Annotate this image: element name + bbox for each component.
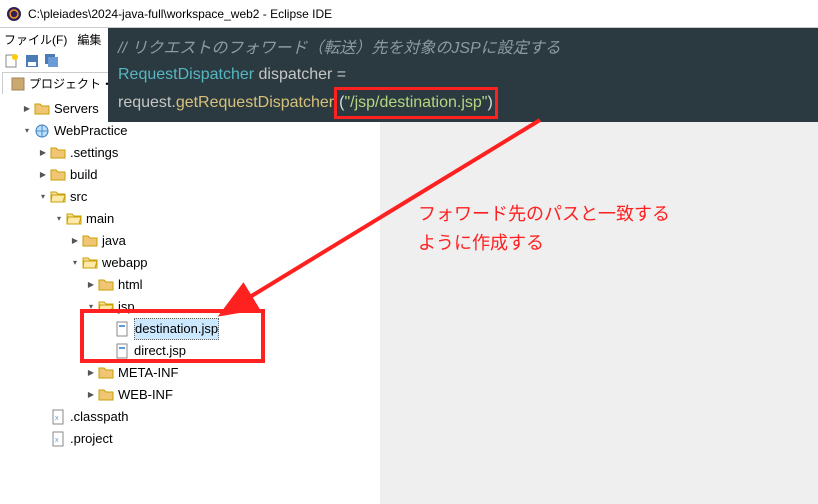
project-explorer: プロジェクト・エ ▶ Servers ▾ WebPractice ▶ .sett… [0, 72, 380, 504]
folder-open-icon [66, 211, 82, 227]
editor-pane [380, 72, 818, 504]
code-string-highlight: ("/jsp/destination.jsp") [334, 87, 498, 119]
chevron-down-icon[interactable]: ▾ [20, 124, 34, 138]
svg-text:x: x [55, 437, 59, 444]
tree-label: Servers [54, 99, 99, 119]
tree-meta-inf[interactable]: ▶ META-INF [4, 362, 380, 384]
chevron-right-icon[interactable]: ▶ [84, 388, 98, 402]
folder-icon [50, 167, 66, 183]
tree-label: .settings [70, 143, 118, 163]
code-type: RequestDispatcher [118, 66, 254, 83]
code-method: getRequestDispatcher [176, 94, 334, 111]
eclipse-icon [6, 6, 22, 22]
folder-open-icon [50, 189, 66, 205]
tree-label: html [118, 275, 143, 295]
code-overlay: // リクエストのフォワード（転送）先を対象のJSPに設定する RequestD… [108, 28, 818, 122]
xml-file-icon: x [50, 409, 66, 425]
tree-label: .classpath [70, 407, 129, 427]
tree-label: build [70, 165, 97, 185]
tree-label: jsp [118, 297, 135, 317]
xml-file-icon: x [50, 431, 66, 447]
folder-icon [98, 387, 114, 403]
tree-label: direct.jsp [134, 341, 186, 361]
tree-label: .project [70, 429, 113, 449]
annotation-text: フォワード先のパスと一致する ように作成する [418, 200, 670, 258]
tree-main[interactable]: ▾ main [4, 208, 380, 230]
save-icon[interactable] [24, 53, 40, 69]
code-obj: request. [118, 94, 176, 111]
tree-destination-jsp[interactable]: destination.jsp [4, 318, 380, 340]
code-string: "/jsp/destination.jsp" [344, 94, 487, 111]
tree: ▶ Servers ▾ WebPractice ▶ .settings ▶ bu… [0, 94, 380, 450]
tree-build[interactable]: ▶ build [4, 164, 380, 186]
code-var: dispatcher = [254, 66, 346, 83]
chevron-right-icon[interactable]: ▶ [68, 234, 82, 248]
tree-html[interactable]: ▶ html [4, 274, 380, 296]
tree-label: webapp [102, 253, 148, 273]
folder-open-icon [98, 299, 114, 315]
main-area: プロジェクト・エ ▶ Servers ▾ WebPractice ▶ .sett… [0, 72, 818, 504]
jsp-file-icon [114, 321, 130, 337]
folder-icon [82, 233, 98, 249]
save-all-icon[interactable] [44, 53, 60, 69]
chevron-right-icon[interactable]: ▶ [20, 102, 34, 116]
tree-classpath[interactable]: x .classpath [4, 406, 380, 428]
tree-direct-jsp[interactable]: direct.jsp [4, 340, 380, 362]
chevron-right-icon[interactable]: ▶ [84, 278, 98, 292]
chevron-down-icon[interactable]: ▾ [84, 300, 98, 314]
chevron-down-icon[interactable]: ▾ [52, 212, 66, 226]
folder-icon [98, 365, 114, 381]
tree-jsp[interactable]: ▾ jsp [4, 296, 380, 318]
tree-webpractice[interactable]: ▾ WebPractice [4, 120, 380, 142]
tree-settings[interactable]: ▶ .settings [4, 142, 380, 164]
chevron-right-icon[interactable]: ▶ [84, 366, 98, 380]
tree-web-inf[interactable]: ▶ WEB-INF [4, 384, 380, 406]
chevron-down-icon[interactable]: ▾ [36, 190, 50, 204]
menu-edit[interactable]: 編集 [77, 31, 101, 48]
svg-text:x: x [55, 415, 59, 422]
menu-file[interactable]: ファイル(F) [4, 31, 67, 48]
chevron-right-icon[interactable]: ▶ [36, 146, 50, 160]
jsp-file-icon [114, 343, 130, 359]
folder-icon [34, 101, 50, 117]
tree-project[interactable]: x .project [4, 428, 380, 450]
annotation-line2: ように作成する [418, 229, 670, 258]
tree-label: META-INF [118, 363, 178, 383]
tree-label: src [70, 187, 87, 207]
new-icon[interactable] [4, 53, 20, 69]
explorer-tab-icon [11, 77, 25, 91]
tree-webapp[interactable]: ▾ webapp [4, 252, 380, 274]
tree-label: destination.jsp [134, 318, 219, 340]
annotation-line1: フォワード先のパスと一致する [418, 200, 670, 229]
tree-label: WEB-INF [118, 385, 173, 405]
tree-java[interactable]: ▶ java [4, 230, 380, 252]
tree-label: java [102, 231, 126, 251]
chevron-right-icon[interactable]: ▶ [36, 168, 50, 182]
web-project-icon [34, 123, 50, 139]
tree-label: main [86, 209, 114, 229]
folder-open-icon [82, 255, 98, 271]
code-comment: // リクエストのフォワード（転送）先を対象のJSPに設定する [118, 40, 561, 57]
window-title: C:\pleiades\2024-java-full\workspace_web… [28, 7, 332, 21]
folder-icon [50, 145, 66, 161]
folder-icon [98, 277, 114, 293]
chevron-down-icon[interactable]: ▾ [68, 256, 82, 270]
tree-label: WebPractice [54, 121, 127, 141]
tree-src[interactable]: ▾ src [4, 186, 380, 208]
title-bar: C:\pleiades\2024-java-full\workspace_web… [0, 0, 818, 28]
